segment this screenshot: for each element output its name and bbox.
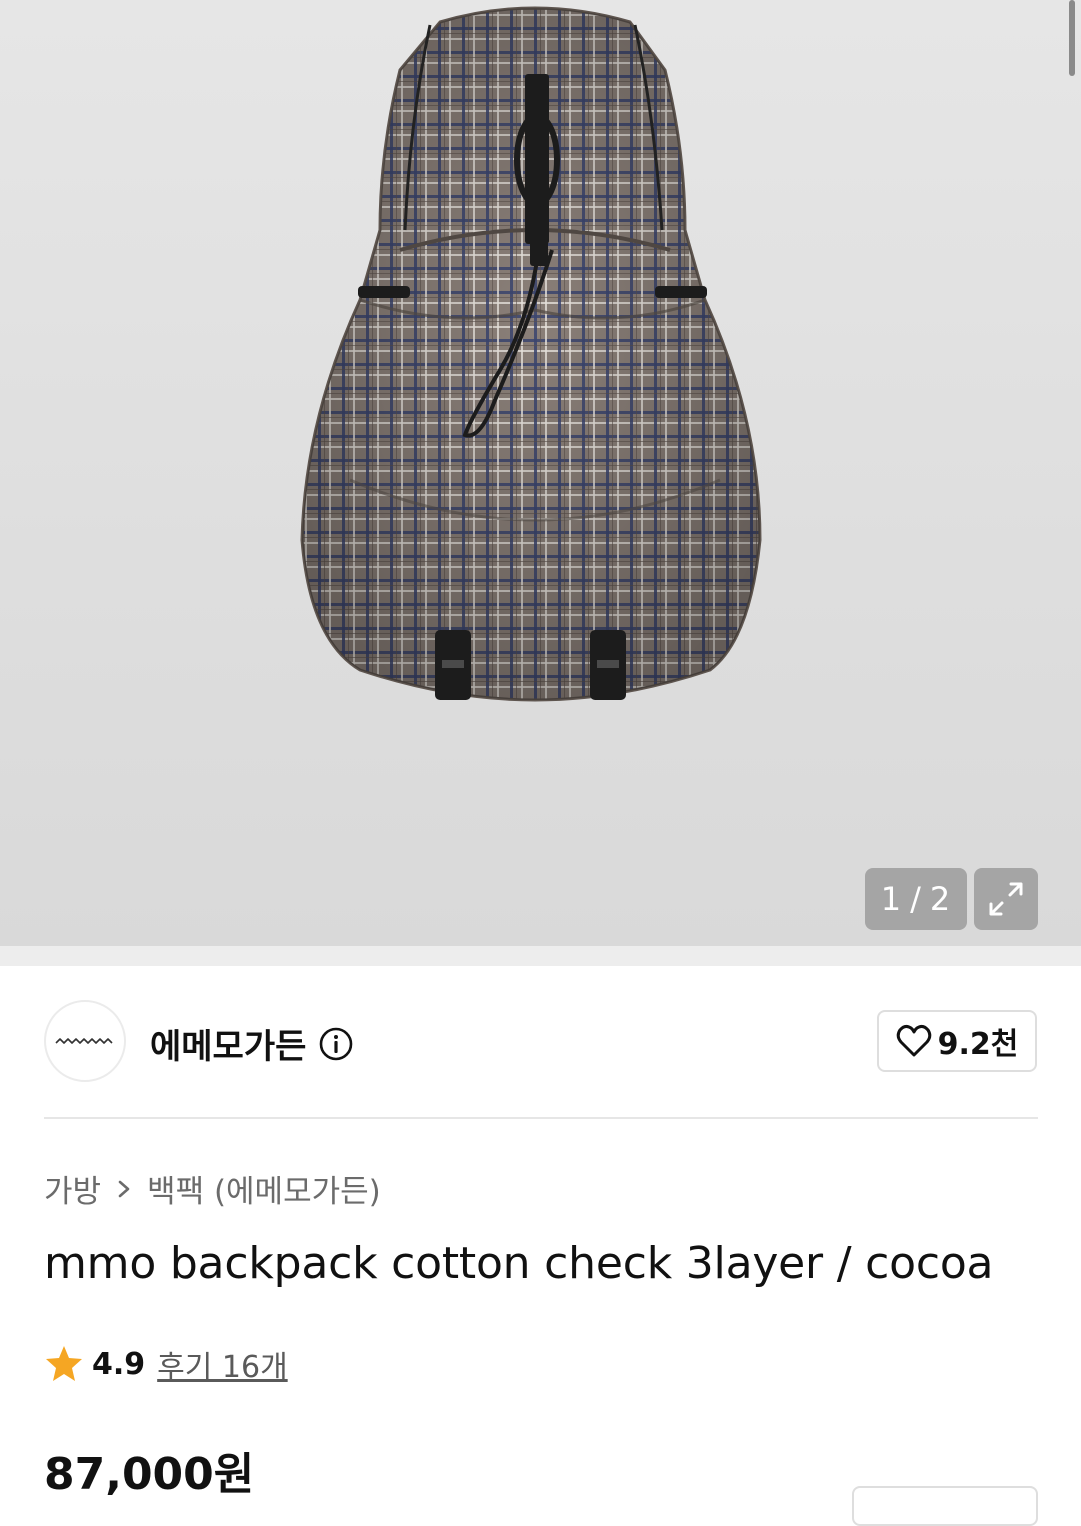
expand-image-button[interactable] — [974, 868, 1038, 930]
like-count: 9.2천 — [937, 1027, 1019, 1062]
product-price: 87,000원 — [44, 1449, 255, 1500]
breadcrumb-category[interactable]: 가방 — [44, 1166, 101, 1211]
heart-icon — [896, 1024, 931, 1057]
star-icon — [46, 1346, 82, 1381]
brand-row: 에메모가든 9.2천 — [0, 966, 1081, 1116]
scrollbar-thumb[interactable] — [1069, 0, 1075, 76]
product-image-gallery[interactable]: 1 / 2 — [0, 0, 1081, 946]
brand-name-link[interactable]: 에메모가든 — [150, 1019, 354, 1068]
section-divider — [0, 946, 1081, 966]
review-count-link[interactable]: 후기 16개 — [157, 1342, 288, 1386]
info-icon[interactable] — [318, 1026, 354, 1062]
product-image[interactable] — [290, 0, 780, 720]
image-counter: 1 / 2 — [865, 868, 967, 930]
rating-value: 4.9 — [92, 1346, 146, 1382]
rating-row: 4.9 후기 16개 — [44, 1342, 288, 1386]
breadcrumb: 가방 백팩 (에메모가든) — [44, 1166, 381, 1211]
product-title: mmo backpack cotton check 3layer / cocoa — [44, 1238, 994, 1289]
brand-like-button[interactable]: 9.2천 — [877, 1010, 1037, 1072]
brand-name: 에메모가든 — [150, 1027, 307, 1067]
brand-logo[interactable] — [44, 1000, 126, 1082]
image-counter-separator: / — [910, 880, 922, 918]
chevron-right-icon — [118, 1180, 130, 1197]
image-counter-current: 1 — [880, 880, 903, 918]
brand-logo-icon — [55, 1038, 113, 1044]
breadcrumb-subcategory[interactable]: 백팩 (에메모가든) — [147, 1166, 381, 1211]
expand-icon — [989, 882, 1023, 916]
brand-divider — [44, 1117, 1038, 1119]
image-counter-total: 2 — [929, 880, 952, 918]
price-side-button[interactable] — [852, 1486, 1038, 1526]
